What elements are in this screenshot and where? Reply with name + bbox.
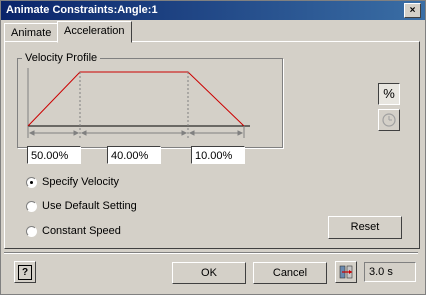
radio-dot[interactable] — [26, 226, 37, 237]
close-button[interactable]: × — [404, 3, 421, 18]
cancel-button[interactable]: Cancel — [253, 262, 327, 284]
help-icon: ? — [18, 265, 32, 280]
clock-icon — [382, 113, 396, 127]
constant-percent-input[interactable]: 40.00% — [107, 146, 161, 164]
reset-button[interactable]: Reset — [328, 216, 402, 239]
tab-animate[interactable]: Animate — [4, 23, 59, 43]
window-title: Animate Constraints:Angle:1 — [6, 4, 158, 16]
accel-percent-input[interactable]: 50.00% — [27, 146, 81, 164]
segment-dimension-arrows — [28, 130, 244, 136]
percent-label: % — [383, 86, 395, 101]
velocity-profile-label: Velocity Profile — [22, 52, 101, 64]
footer-separator — [4, 252, 418, 254]
constant-speed-label: Constant Speed — [42, 225, 121, 237]
radio-dot[interactable] — [26, 201, 37, 212]
tab-acceleration[interactable]: Acceleration — [57, 21, 132, 43]
duration-display: 3.0 s — [364, 262, 416, 282]
help-button[interactable]: ? — [14, 261, 36, 283]
more-options-button[interactable] — [335, 261, 357, 283]
percent-toggle-button[interactable]: % — [378, 83, 400, 105]
decel-percent-input[interactable]: 10.00% — [191, 146, 245, 164]
velocity-profile-graph — [27, 68, 250, 138]
specify-velocity-label: Specify Velocity — [42, 176, 120, 188]
expand-dialog-icon — [339, 265, 353, 279]
radio-dot-checked[interactable] — [26, 177, 37, 188]
title-bar[interactable]: Animate Constraints:Angle:1 × — [1, 1, 425, 20]
ok-button[interactable]: OK — [172, 262, 246, 284]
velocity-profile-line — [27, 71, 245, 127]
use-default-setting-label: Use Default Setting — [42, 200, 137, 212]
time-toggle-button[interactable] — [378, 109, 400, 131]
